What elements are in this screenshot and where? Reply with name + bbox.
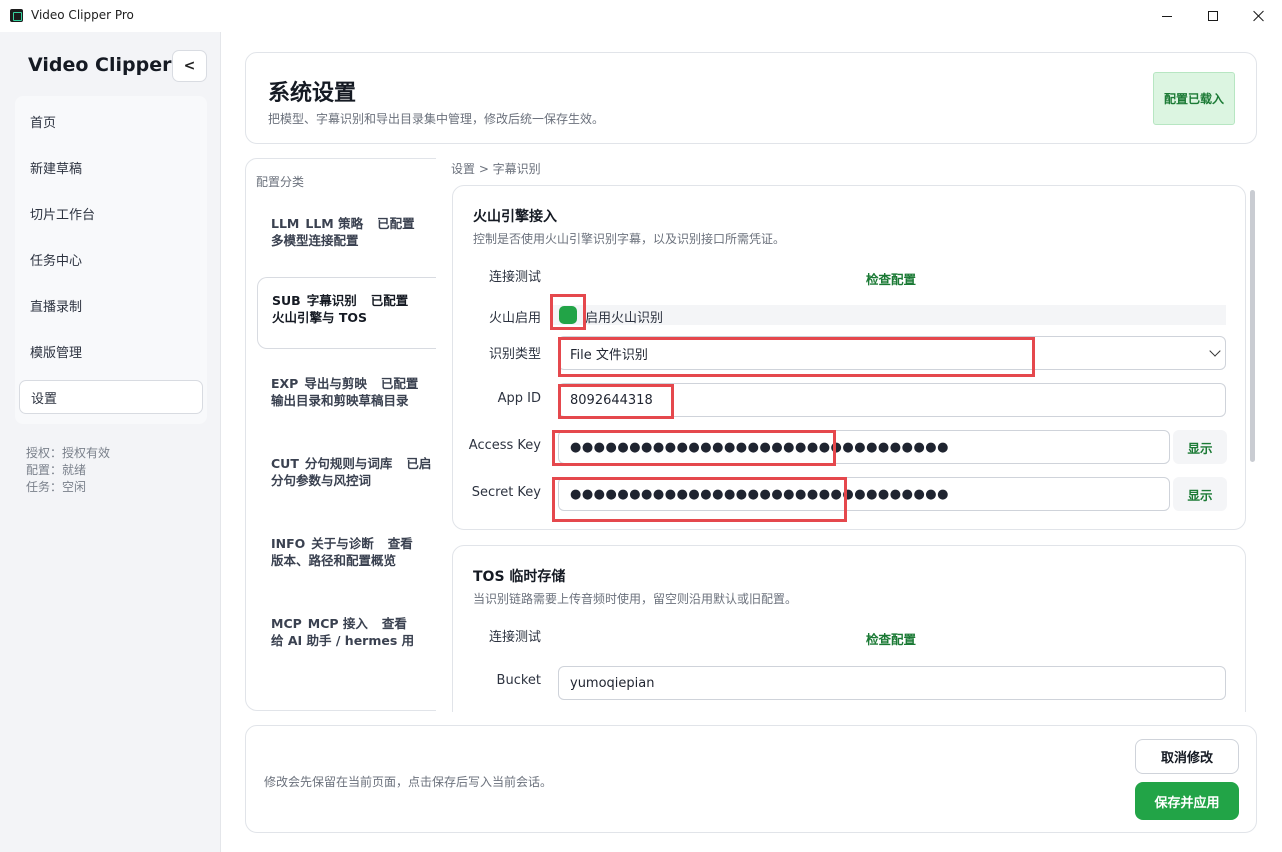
status-task: 任务：空闲 [26,480,87,494]
category-desc: 分句参数与风控词 [271,473,372,488]
category-desc: 火山引擎与 TOS [272,310,368,325]
chevron-down-icon [1209,345,1221,357]
brand-title: Video Clipper [28,54,172,76]
volc-enable-text: 启用火山识别 [585,311,664,326]
settings-content: 火山引擎接入 控制是否使用火山引擎识别字幕，以及识别接口所需凭证。 连接测试 检… [436,180,1258,712]
category-item-exp[interactable]: EXP 导出与剪映 已配置 输出目录和剪映草稿目录 [257,361,436,433]
show-secret-key-button[interactable]: 显示 [1173,477,1227,511]
category-desc: 多模型连接配置 [271,233,359,248]
close-icon [1253,10,1265,22]
content-scrollbar[interactable] [1250,190,1255,462]
sidebar-status: 授权：授权有效 配置：就绪 任务：空闲 [26,445,110,496]
status-config: 配置：就绪 [26,463,87,477]
app-id-label: App ID [497,391,541,406]
category-panel: 配置分类 LLM LLM 策略 已配置 多模型连接配置 SUB 字幕识别 已配置 火山引… [245,158,436,711]
sidebar-item-new-draft[interactable]: 新建草稿 [19,150,203,184]
sidebar-item-settings[interactable]: 设置 [19,380,203,414]
category-name: 导出与剪映 [304,376,367,391]
show-access-key-button[interactable]: 显示 [1173,430,1227,464]
volc-enable-label: 火山启用 [488,311,541,326]
page-title: 系统设置 [268,81,357,106]
maximize-button[interactable] [1190,0,1236,32]
recognition-type-select[interactable]: File 文件识别 [558,336,1226,370]
category-code: CUT [271,456,299,471]
category-item-sub[interactable]: SUB 字幕识别 已配置 火山引擎与 TOS [257,277,436,349]
category-name: 字幕识别 [306,293,357,308]
recognition-type-label: 识别类型 [488,347,541,362]
access-key-input[interactable]: ●●●●●●●●●●●●●●●●●●●●●●●●●●●●●●●● [558,430,1170,464]
category-code: MCP [271,616,302,631]
connection-test-label: 连接测试 [488,270,541,285]
access-key-label: Access Key [468,438,541,453]
section-title: TOS 临时存储 [473,569,566,585]
close-button[interactable] [1236,0,1282,32]
check-config-link[interactable]: 检查配置 [866,629,916,648]
status-license: 授权：授权有效 [26,446,111,460]
footer-bar: 修改会先保留在当前页面，点击保存后写入当前会话。 取消修改 保存并应用 [245,725,1257,833]
check-config-link[interactable]: 检查配置 [866,269,916,288]
sidebar-item-tasks[interactable]: 任务中心 [19,242,203,276]
breadcrumb: 设置 > 字幕识别 [451,162,541,176]
category-code: INFO [271,536,306,551]
app-id-input[interactable]: 8092644318 [558,383,1226,417]
section-desc: 当识别链路需要上传音频时使用，留空则沿用默认或旧配置。 [473,592,798,606]
category-name: 分句规则与词库 [304,456,393,471]
category-name: 关于与诊断 [311,536,374,551]
sidebar-nav: 首页 新建草稿 切片工作台 任务中心 直播录制 模版管理 设置 [15,96,207,424]
category-name: LLM 策略 [305,216,364,231]
secret-key-input[interactable]: ●●●●●●●●●●●●●●●●●●●●●●●●●●●●●●●● [558,477,1170,511]
footer-note: 修改会先保留在当前页面，点击保存后写入当前会话。 [264,775,553,789]
app-icon [10,9,23,22]
category-desc: 版本、路径和配置概览 [271,553,397,568]
category-state: 已配置 [377,216,415,231]
category-code: LLM [271,216,300,231]
section-title: 火山引擎接入 [473,209,557,225]
secret-key-label: Secret Key [471,485,541,500]
status-badge: 配置已载入 [1153,72,1235,125]
bucket-input[interactable]: yumoqiepian [558,666,1226,700]
maximize-icon [1208,11,1218,21]
cancel-changes-button[interactable]: 取消修改 [1135,739,1239,774]
category-state: 查看 [381,616,407,631]
category-state: 查看 [387,536,413,551]
sidebar-item-home[interactable]: 首页 [19,104,203,138]
volc-engine-section: 火山引擎接入 控制是否使用火山引擎识别字幕，以及识别接口所需凭证。 连接测试 检… [452,185,1246,530]
category-code: EXP [271,376,299,391]
minimize-button[interactable] [1144,0,1190,32]
section-desc: 控制是否使用火山引擎识别字幕，以及识别接口所需凭证。 [473,232,786,246]
category-item-info[interactable]: INFO 关于与诊断 查看 版本、路径和配置概览 [257,521,436,593]
page-subtitle: 把模型、字幕识别和导出目录集中管理，修改后统一保存生效。 [268,112,605,126]
category-name: MCP 接入 [307,616,368,631]
header-card: 系统设置 把模型、字幕识别和导出目录集中管理，修改后统一保存生效。 配置已载入 [245,52,1257,144]
category-panel-title: 配置分类 [256,175,305,189]
category-desc: 输出目录和剪映草稿目录 [271,393,409,408]
recognition-type-value: File 文件识别 [570,347,648,363]
collapse-sidebar-button[interactable]: < [172,50,207,82]
title-bar: Video Clipper Pro [0,0,1282,32]
sidebar-item-live-record[interactable]: 直播录制 [19,288,203,322]
volc-enable-checkbox[interactable] [559,306,577,324]
sidebar: Video Clipper < 首页 新建草稿 切片工作台 任务中心 直播录制 … [0,32,221,852]
category-item-mcp[interactable]: MCP MCP 接入 查看 给 AI 助手 / hermes 用 [257,601,436,673]
minimize-icon [1162,15,1172,17]
sidebar-item-workbench[interactable]: 切片工作台 [19,196,203,230]
sidebar-item-templates[interactable]: 模版管理 [19,334,203,368]
tos-storage-section: TOS 临时存储 当识别链路需要上传音频时使用，留空则沿用默认或旧配置。 连接测… [452,545,1246,712]
bucket-label: Bucket [496,673,541,688]
window-title: Video Clipper Pro [31,8,134,22]
category-state: 已配置 [380,376,419,391]
save-apply-button[interactable]: 保存并应用 [1135,782,1239,820]
category-code: SUB [272,293,301,308]
category-item-cut[interactable]: CUT 分句规则与词库 已启 分句参数与风控词 [257,441,436,513]
category-item-llm[interactable]: LLM LLM 策略 已配置 多模型连接配置 [257,201,436,273]
category-desc: 给 AI 助手 / hermes 用 [271,633,415,648]
category-state: 已配置 [370,293,409,308]
category-state: 已启 [406,456,432,471]
connection-test-label: 连接测试 [488,630,541,645]
